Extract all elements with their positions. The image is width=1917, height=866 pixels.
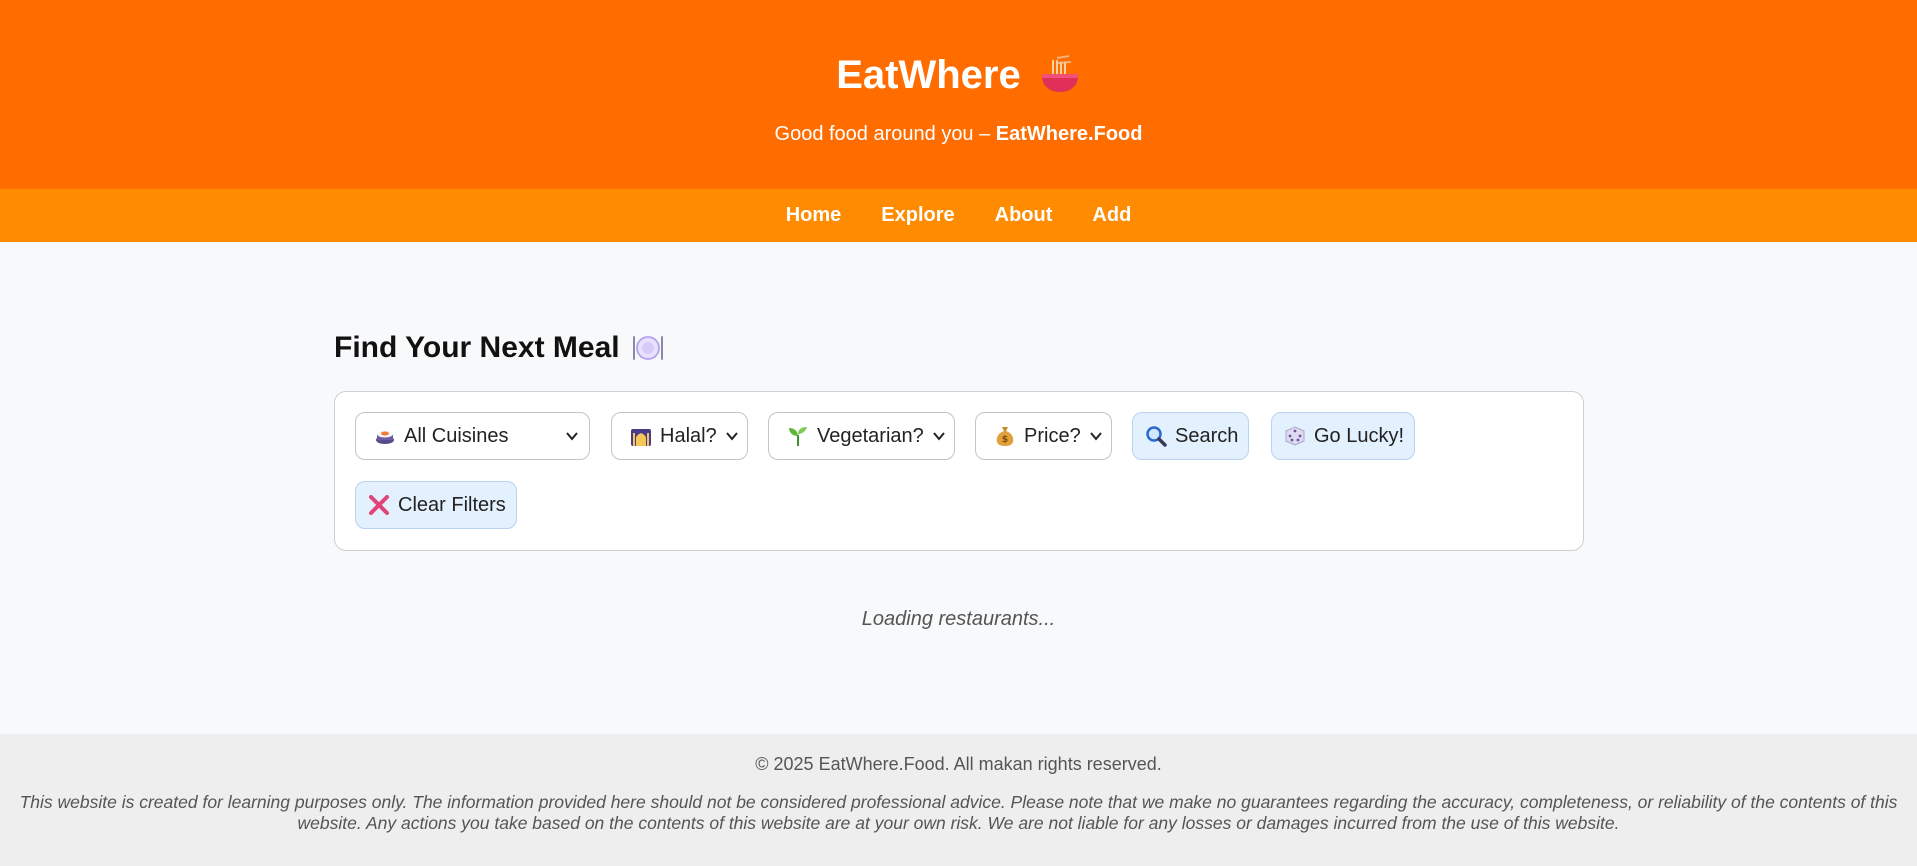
- nav-add[interactable]: Add: [1072, 189, 1151, 242]
- search-button-label: Search: [1175, 424, 1239, 447]
- go-lucky-button[interactable]: Go Lucky!: [1271, 412, 1416, 460]
- copyright-text: © 2025 EatWhere.Food. All makan rights r…: [755, 754, 1162, 774]
- vegetarian-select-value: Vegetarian?: [817, 424, 924, 447]
- seedling-icon: [789, 427, 807, 446]
- plate-icon: [632, 336, 663, 360]
- filter-panel: All Cuisines Halal? Vegetarian? $ Price?…: [334, 391, 1584, 551]
- vegetarian-select[interactable]: Vegetarian?: [768, 412, 955, 460]
- search-button[interactable]: Search: [1132, 412, 1250, 460]
- site-header: EatWhere Good food around you – EatWhere…: [0, 0, 1917, 189]
- dice-icon: [1285, 426, 1305, 446]
- chevron-down-icon: [725, 432, 738, 441]
- halal-select[interactable]: Halal?: [611, 412, 748, 460]
- noodle-bowl-icon: [1041, 55, 1078, 92]
- price-select[interactable]: $ Price?: [975, 412, 1112, 460]
- section-title: Find Your Next Meal: [334, 328, 664, 368]
- money-bag-icon: $: [996, 427, 1014, 446]
- main-content: Find Your Next Meal All Cuisines Halal? …: [0, 242, 1917, 734]
- nav-explore[interactable]: Explore: [861, 189, 974, 242]
- cuisine-select[interactable]: All Cuisines: [355, 412, 590, 460]
- sushi-icon: [376, 430, 394, 444]
- cross-mark-icon: [369, 495, 389, 515]
- cuisine-select-value: All Cuisines: [404, 424, 509, 447]
- loading-status: Loading restaurants...: [861, 608, 1056, 630]
- section-title-text: Find Your Next Meal: [334, 331, 620, 364]
- disclaimer-text: This website is created for learning pur…: [19, 792, 1898, 833]
- chevron-down-icon: [932, 432, 945, 441]
- magnifier-icon: [1146, 426, 1167, 447]
- price-select-value: Price?: [1024, 424, 1081, 447]
- site-title-text: EatWhere: [836, 53, 1021, 97]
- site-title: EatWhere: [836, 50, 1081, 100]
- clear-filters-button[interactable]: Clear Filters: [355, 481, 517, 529]
- nav-about[interactable]: About: [975, 189, 1073, 242]
- chevron-down-icon: [566, 432, 578, 441]
- mosque-icon: [631, 429, 651, 446]
- clear-filters-button-label: Clear Filters: [398, 493, 506, 516]
- halal-select-value: Halal?: [660, 424, 717, 447]
- chevron-down-icon: [1089, 432, 1102, 441]
- go-lucky-button-label: Go Lucky!: [1314, 424, 1405, 447]
- site-footer: © 2025 EatWhere.Food. All makan rights r…: [0, 734, 1917, 866]
- tagline: Good food around you – EatWhere.Food: [0, 122, 1917, 146]
- svg-text:$: $: [1002, 435, 1008, 445]
- tagline-text: Good food around you –: [774, 123, 996, 145]
- main-nav: Home Explore About Add: [0, 189, 1917, 242]
- nav-home[interactable]: Home: [766, 189, 862, 242]
- tagline-brand: EatWhere.Food: [995, 123, 1143, 145]
